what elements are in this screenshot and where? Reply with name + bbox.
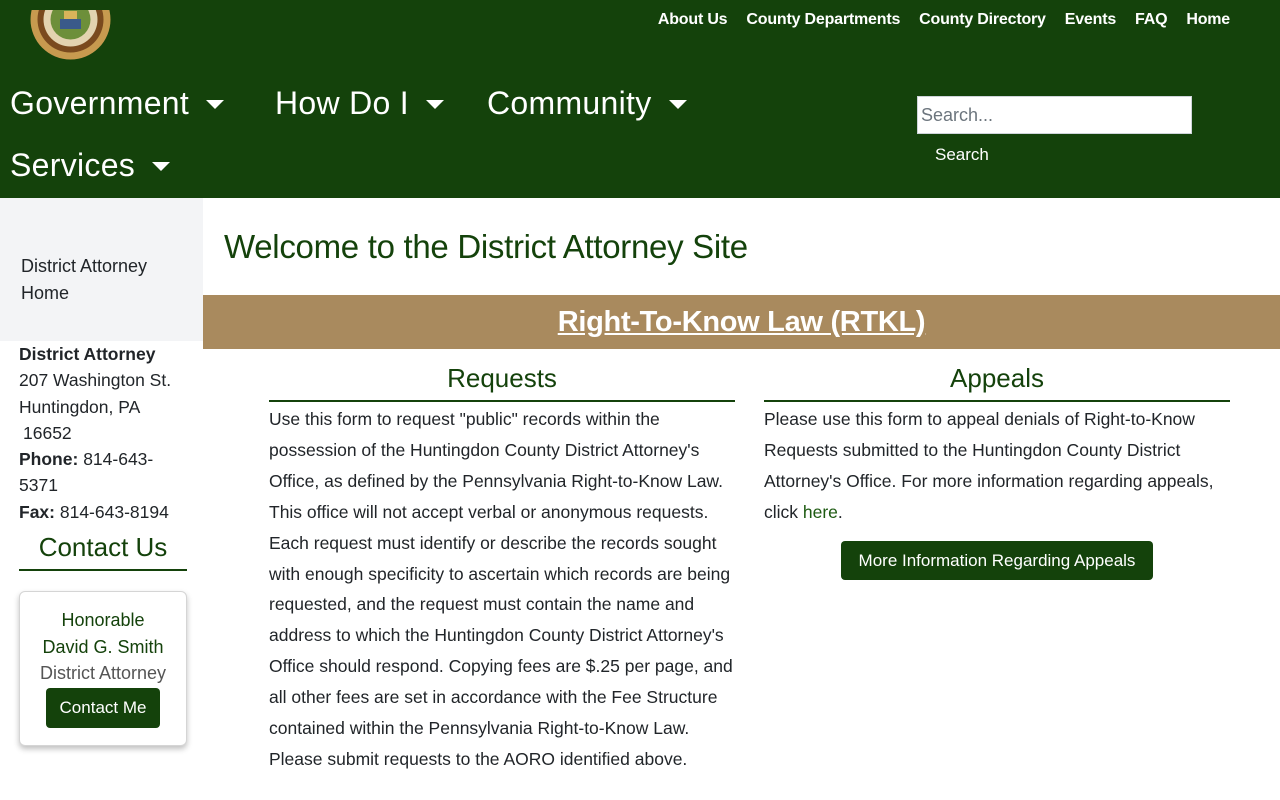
- nav-community-label: Community: [487, 85, 652, 121]
- contact-me-button[interactable]: Contact Me: [45, 687, 161, 728]
- county-directory-link[interactable]: County Directory: [919, 10, 1046, 30]
- county-seal-logo[interactable]: [30, 10, 111, 60]
- rtkl-banner: Right-To-Know Law (RTKL): [203, 295, 1280, 349]
- events-link[interactable]: Events: [1065, 10, 1116, 30]
- requests-note: Please submit requests to the AORO ident…: [269, 748, 688, 769]
- nav-how-do-i-label: How Do I: [275, 85, 409, 121]
- nav-how-do-i[interactable]: How Do I: [275, 85, 444, 121]
- fax-row: Fax: 814-643-8194: [19, 499, 199, 525]
- card-role: District Attorney: [39, 663, 167, 683]
- requests-body: Use this form to request "public" record…: [269, 409, 733, 739]
- appeals-body-paragraph: Please use this form to appeal denials o…: [764, 404, 1230, 528]
- site-header: About Us County Departments County Direc…: [0, 0, 1280, 198]
- rtkl-link[interactable]: Right-To-Know Law (RTKL): [558, 306, 926, 338]
- fax-label: Fax:: [19, 501, 55, 522]
- search-input[interactable]: [917, 96, 1192, 134]
- office-name: District Attorney: [19, 344, 156, 364]
- nav-government-label: Government: [10, 85, 190, 121]
- about-us-link[interactable]: About Us: [658, 10, 728, 30]
- phone-row: Phone: 814-643-5371: [19, 446, 169, 499]
- appeals-here-link[interactable]: here: [803, 502, 838, 522]
- faq-link[interactable]: FAQ: [1135, 10, 1167, 30]
- appeals-period: .: [837, 501, 843, 522]
- requests-section: Requests Use this form to request "publi…: [269, 360, 735, 775]
- phone-label: Phone:: [19, 449, 79, 470]
- home-link[interactable]: Home: [1186, 10, 1230, 30]
- caret-down-icon: [206, 99, 225, 109]
- appeals-heading: Appeals: [764, 360, 1230, 402]
- fax-number: 814-643-8194: [59, 501, 169, 522]
- address-line2: Huntingdon, PA: [19, 396, 141, 417]
- nav-services[interactable]: Services: [10, 147, 171, 183]
- appeals-info-button[interactable]: More Information Regarding Appeals: [841, 540, 1153, 580]
- page-title: Welcome to the District Attorney Site: [224, 228, 748, 265]
- address-line1: 207 Washington St.: [19, 370, 172, 391]
- caret-down-icon: [426, 99, 444, 109]
- utility-nav: About Us County Departments County Direc…: [658, 10, 1230, 30]
- county-departments-link[interactable]: County Departments: [746, 10, 900, 30]
- zip-code: 16652: [23, 422, 72, 443]
- sidebar-item-district-attorney-home[interactable]: District Attorney Home: [21, 253, 171, 307]
- card-name: David G. Smith: [42, 636, 164, 657]
- contact-us-heading: Contact Us: [19, 531, 187, 571]
- contact-card: Honorable David G. Smith District Attorn…: [19, 591, 187, 746]
- sidebar-nav: District Attorney Home: [0, 198, 203, 341]
- office-contact-info: District Attorney 207 Washington St. Hun…: [19, 341, 199, 525]
- caret-down-icon: [668, 99, 687, 109]
- search-button[interactable]: Search: [935, 145, 989, 165]
- caret-down-icon: [152, 161, 171, 171]
- appeals-section: Appeals Please use this form to appeal d…: [764, 360, 1230, 580]
- nav-community[interactable]: Community: [487, 85, 687, 121]
- nav-services-label: Services: [10, 147, 136, 183]
- requests-heading: Requests: [269, 360, 735, 402]
- card-honorific: Honorable: [61, 610, 145, 630]
- nav-government[interactable]: Government: [10, 85, 225, 121]
